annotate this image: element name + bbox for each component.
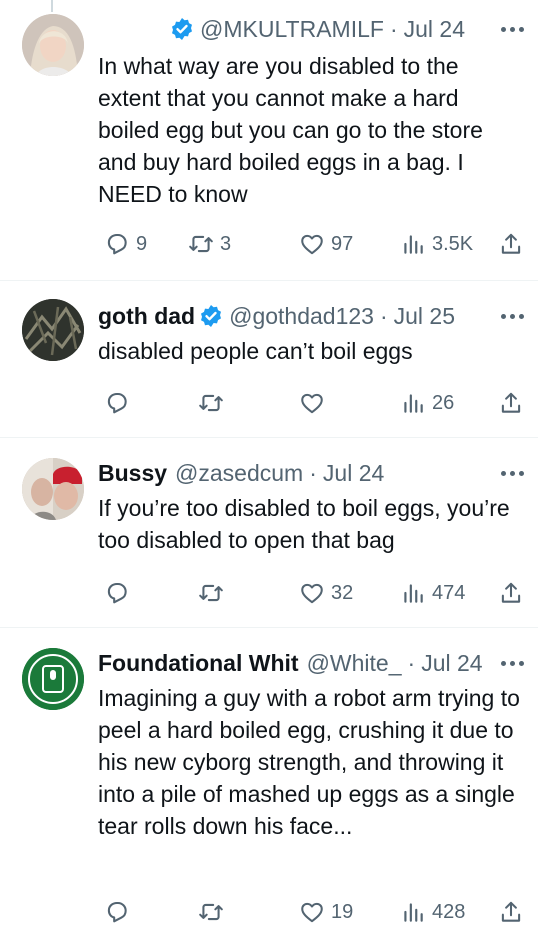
like-icon <box>301 393 323 414</box>
retweet-icon <box>189 235 213 253</box>
retweet-button[interactable]: 3 <box>188 226 231 262</box>
avatar[interactable] <box>22 299 84 361</box>
like-button[interactable]: 32 <box>299 575 353 611</box>
display-name[interactable]: goth dad <box>98 303 195 330</box>
verified-badge-icon <box>201 305 222 327</box>
like-button[interactable]: 97 <box>299 226 353 262</box>
reply-icon <box>107 582 127 604</box>
tweet-text: In what way are you disabled to the exte… <box>98 53 483 207</box>
tweet-header: Bussy @zasedcum · Jul 24 <box>98 456 526 490</box>
reply-icon <box>107 392 127 414</box>
tweet-header: @MKULTRAMILF · Jul 24 <box>98 12 526 46</box>
like-icon <box>301 234 323 255</box>
more-icon[interactable] <box>501 646 524 680</box>
retweet-icon <box>199 903 223 921</box>
views-icon <box>404 584 423 603</box>
share-button[interactable] <box>498 226 524 262</box>
view-count: 474 <box>432 581 466 604</box>
views-button[interactable]: 428 <box>400 894 465 930</box>
views-icon <box>404 903 423 922</box>
avatar-photo-icon <box>22 458 84 520</box>
action-bar: 26 <box>98 385 528 421</box>
tweet-text: disabled people can’t boil eggs <box>98 338 413 364</box>
separator-dot: · <box>389 15 398 42</box>
avatar-photo-icon <box>22 299 84 361</box>
tweet-header: goth dad @gothdad123 · Jul 25 <box>98 299 526 333</box>
handle[interactable]: @MKULTRAMILF <box>200 16 384 43</box>
separator-dot: · <box>407 649 416 676</box>
timestamp[interactable]: Jul 24 <box>404 16 465 43</box>
tweet-header: Foundational Whit @White_ · Jul 24 <box>98 646 526 680</box>
like-count: 97 <box>331 232 354 255</box>
more-icon[interactable] <box>501 299 524 333</box>
tweet[interactable]: Bussy @zasedcum · Jul 24 If you’re too d… <box>0 438 538 627</box>
action-bar: 32 474 <box>98 575 528 611</box>
reply-button[interactable] <box>104 575 136 611</box>
like-icon <box>301 583 323 604</box>
views-icon <box>404 394 423 413</box>
display-name[interactable]: Bussy <box>98 460 167 487</box>
action-bar: 19 428 <box>98 894 528 930</box>
tweet[interactable]: Foundational Whit @White_ · Jul 24 Imagi… <box>0 628 538 936</box>
share-icon <box>501 392 521 413</box>
action-bar: 9 3 97 3.5K <box>98 226 528 262</box>
retweet-button[interactable] <box>198 385 230 421</box>
share-button[interactable] <box>498 575 524 611</box>
avatar[interactable] <box>22 458 84 520</box>
timestamp[interactable]: Jul 24 <box>421 650 482 677</box>
verified-badge-icon <box>172 18 192 40</box>
view-count: 428 <box>432 900 466 923</box>
retweet-button[interactable] <box>198 894 230 930</box>
reply-button[interactable] <box>104 385 136 421</box>
reply-button[interactable] <box>104 894 136 930</box>
timestamp[interactable]: Jul 25 <box>394 303 455 330</box>
reply-count: 9 <box>136 232 148 255</box>
retweet-count: 3 <box>220 232 232 255</box>
timestamp[interactable]: Jul 24 <box>323 460 384 487</box>
view-count: 3.5K <box>432 232 474 255</box>
share-icon <box>501 233 521 254</box>
retweet-button[interactable] <box>198 575 230 611</box>
like-button[interactable] <box>299 385 331 421</box>
reply-icon <box>107 233 127 255</box>
separator-dot: · <box>309 459 317 486</box>
handle[interactable]: @gothdad123 <box>229 303 374 330</box>
tweet[interactable]: goth dad @gothdad123 · Jul 25 disabled p… <box>0 281 538 437</box>
view-count: 26 <box>432 391 455 414</box>
views-button[interactable]: 474 <box>400 575 465 611</box>
avatar[interactable] <box>22 14 84 76</box>
reply-icon <box>107 901 127 923</box>
handle[interactable]: @White_ <box>307 650 402 677</box>
tweet-text: Imagining a guy with a robot arm trying … <box>98 685 520 839</box>
avatar-logo-icon <box>22 648 84 710</box>
like-icon <box>301 902 323 923</box>
more-icon[interactable] <box>501 12 524 46</box>
views-button[interactable]: 3.5K <box>400 226 473 262</box>
retweet-icon <box>199 584 223 602</box>
reply-button[interactable]: 9 <box>104 226 147 262</box>
like-count: 19 <box>331 900 354 923</box>
share-button[interactable] <box>498 894 524 930</box>
like-button[interactable]: 19 <box>299 894 353 930</box>
more-icon[interactable] <box>501 456 524 490</box>
share-icon <box>501 901 521 922</box>
separator-dot: · <box>379 302 388 329</box>
views-icon <box>404 235 423 254</box>
retweet-icon <box>199 394 223 412</box>
like-count: 32 <box>331 581 354 604</box>
avatar-photo-icon <box>22 14 84 76</box>
display-name[interactable]: Foundational Whit <box>98 650 299 677</box>
views-button[interactable]: 26 <box>400 385 454 421</box>
tweet[interactable]: @MKULTRAMILF · Jul 24 In what way are yo… <box>0 0 538 280</box>
share-button[interactable] <box>498 385 524 421</box>
avatar[interactable] <box>22 648 84 710</box>
handle[interactable]: @zasedcum <box>175 460 303 487</box>
tweet-text: If you’re too disabled to boil eggs, you… <box>98 495 510 553</box>
share-icon <box>501 582 521 603</box>
